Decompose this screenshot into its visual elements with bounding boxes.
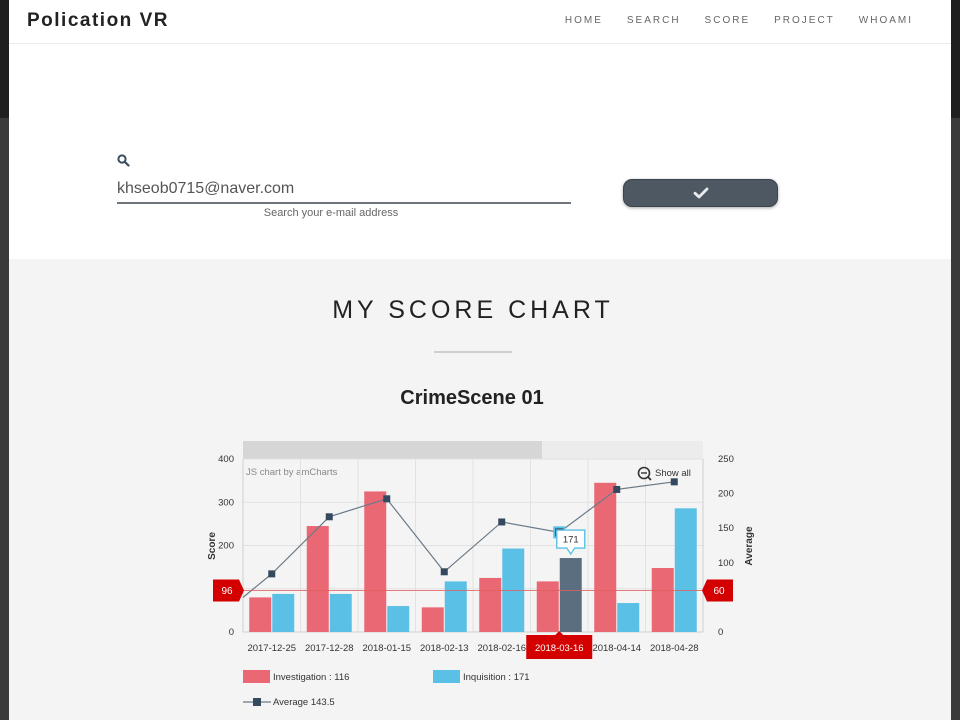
- x-axis-labels: 2017-12-25 2017-12-28 2018-01-15 2018-02-13…: [247, 631, 699, 659]
- legend-label-inquisition[interactable]: Inquisition : 171: [463, 672, 530, 683]
- average-marker: [670, 478, 678, 486]
- legend-label-investigation[interactable]: Investigation : 116: [273, 672, 349, 683]
- bar-inquisition: [444, 581, 467, 632]
- average-marker: [325, 513, 333, 521]
- title-divider: [434, 351, 512, 353]
- search-section: Search your e-mail address: [9, 44, 951, 259]
- chart-credit[interactable]: JS chart by amCharts: [246, 467, 338, 478]
- right-axis: 050100150200250: [702, 454, 734, 638]
- bar-inquisition: [272, 593, 295, 632]
- nav-search[interactable]: SEARCH: [627, 15, 681, 26]
- y-tick-left: 0: [229, 627, 234, 638]
- legend-label-average[interactable]: Average 143.5: [273, 697, 335, 708]
- y-tick-left: 300: [218, 497, 234, 508]
- nav-score[interactable]: SCORE: [705, 15, 751, 26]
- x-tick-label: 2017-12-28: [305, 643, 354, 654]
- email-search-input[interactable]: [117, 176, 571, 204]
- y-tick-right: 200: [718, 489, 734, 500]
- top-navbar: Polication VR HOME SEARCH SCORE PROJECT …: [9, 0, 951, 44]
- average-marker: [440, 568, 448, 576]
- bar-inquisition: [329, 593, 352, 632]
- section-title: MY SCORE CHART: [332, 296, 614, 324]
- chart-title: CrimeScene 01: [400, 387, 544, 409]
- y-axis-title-right: Average: [744, 526, 755, 566]
- x-tick-label: 2017-12-25: [247, 643, 296, 654]
- legend-swatch-investigation[interactable]: [243, 670, 270, 683]
- bar-investigation: [594, 482, 617, 632]
- checkmark-icon: [693, 187, 708, 199]
- nav-home[interactable]: HOME: [565, 15, 603, 26]
- y-tick-right: 0: [718, 627, 723, 638]
- email-input-hint: Search your e-mail address: [263, 207, 399, 219]
- legend-swatch-average[interactable]: [243, 696, 271, 708]
- search-icon: [117, 154, 130, 167]
- average-marker: [613, 485, 621, 493]
- y-axis-title-left: Score: [207, 532, 218, 560]
- bar-inquisition: [387, 606, 410, 632]
- average-line-lead: [242, 573, 273, 598]
- value-tooltip: 171: [556, 529, 586, 556]
- bar-investigation: [306, 526, 329, 632]
- search-submit-button[interactable]: [623, 179, 778, 207]
- bar-inquisition: [674, 508, 697, 632]
- x-tick-label: 2018-01-15: [362, 643, 411, 654]
- x-tick-label: 2018-03-16: [535, 643, 584, 654]
- x-tick-label: 2018-02-16: [477, 643, 526, 654]
- average-marker: [268, 570, 276, 578]
- nav-links: HOME SEARCH SCORE PROJECT WHOAMI: [565, 15, 913, 26]
- y-tick-left: 200: [218, 541, 234, 552]
- bar-investigation: [364, 491, 387, 632]
- x-tick-label: 2018-04-14: [592, 643, 641, 654]
- y-tick-right: 250: [718, 454, 734, 465]
- y-tick-right: 100: [718, 558, 734, 569]
- bar-inquisition: [617, 603, 640, 632]
- y-tick-right: 150: [718, 523, 734, 534]
- x-tick-label: 2018-04-28: [650, 643, 699, 654]
- guide-label-right: 60: [713, 586, 725, 597]
- average-marker: [383, 495, 391, 503]
- tooltip-value: 171: [563, 535, 579, 546]
- bar-investigation: [479, 577, 502, 632]
- bar-investigation: [249, 597, 272, 632]
- bar-inquisition: [559, 558, 582, 632]
- average-marker: [498, 518, 506, 526]
- show-all-button[interactable]: Show all: [637, 466, 691, 481]
- x-tick-label: 2018-02-13: [420, 643, 469, 654]
- y-tick-left: 400: [218, 454, 234, 465]
- brand-logo[interactable]: Polication VR: [27, 10, 169, 32]
- page: Polication VR HOME SEARCH SCORE PROJECT …: [9, 0, 951, 720]
- scrollbar-thumb[interactable]: [243, 441, 542, 459]
- bar-investigation: [536, 581, 559, 632]
- bar-investigation: [421, 607, 444, 632]
- show-all-label: Show all: [655, 468, 691, 479]
- legend-swatch-inquisition[interactable]: [433, 670, 460, 683]
- nav-project[interactable]: PROJECT: [774, 15, 835, 26]
- guide-label-left: 96: [221, 586, 233, 597]
- bar-investigation: [651, 567, 674, 632]
- nav-whoami[interactable]: WHOAMI: [859, 15, 913, 26]
